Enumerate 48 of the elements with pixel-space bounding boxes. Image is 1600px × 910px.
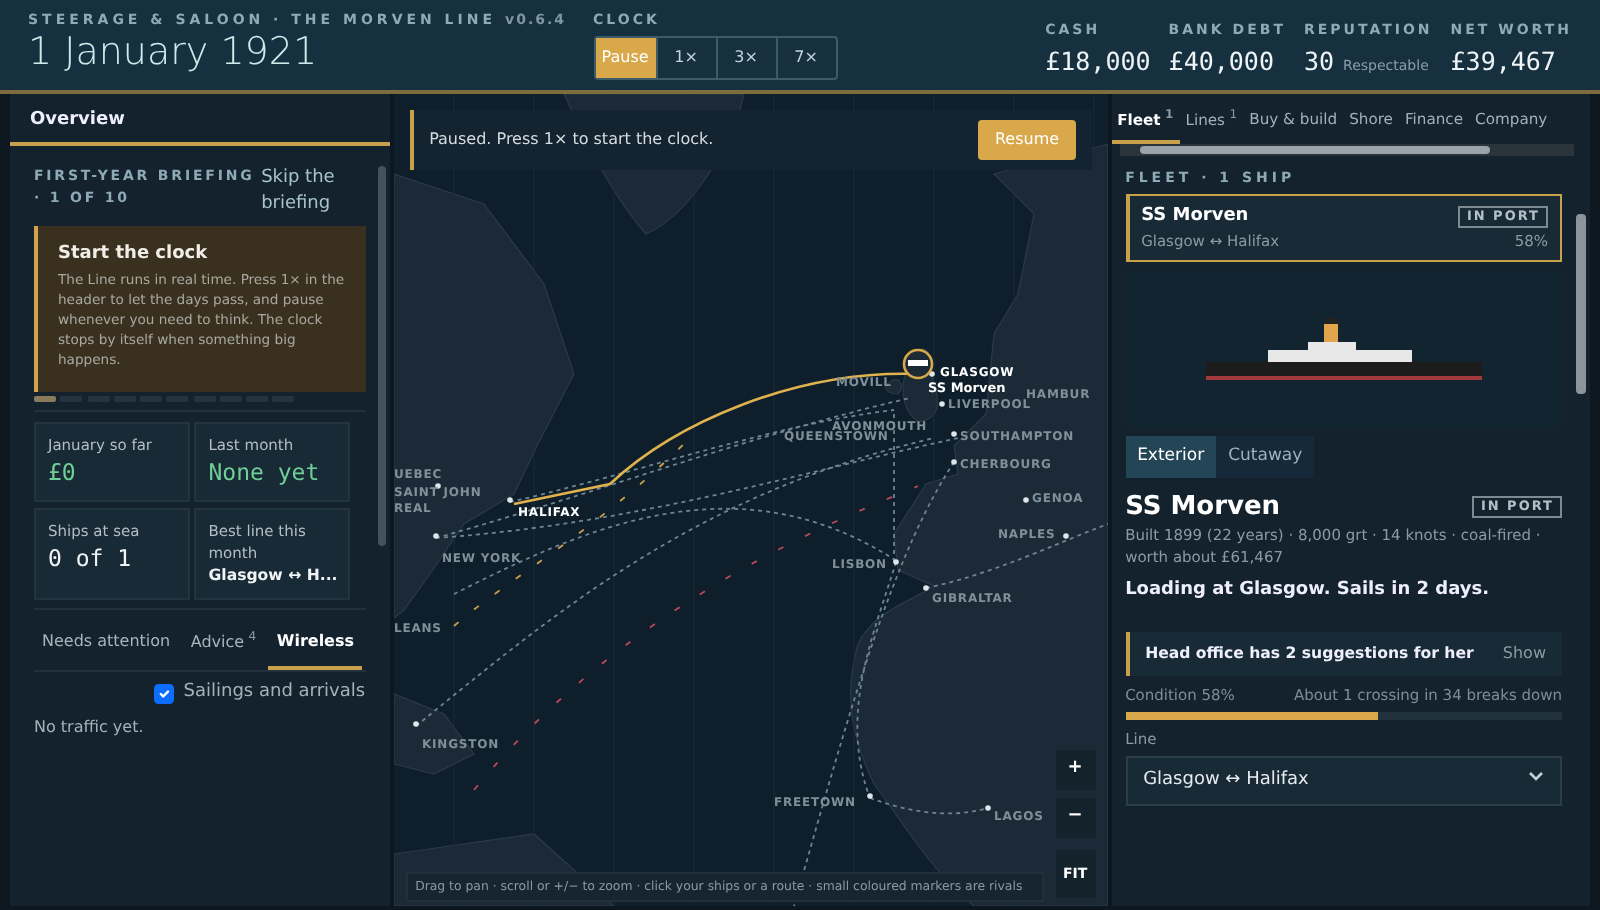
port-dot: [412, 721, 418, 727]
stat-value: 30: [1303, 44, 1335, 81]
speed-button[interactable]: 3×: [715, 37, 776, 78]
stat-value: £39,467: [1450, 44, 1556, 81]
panel-tab[interactable]: Needs attention: [34, 619, 179, 669]
view-toggle[interactable]: Cutaway: [1216, 436, 1315, 479]
scrollbar[interactable]: [377, 166, 386, 546]
port-dot: [434, 483, 440, 489]
port-dot: [938, 401, 944, 407]
view-toggle[interactable]: Exterior: [1125, 436, 1217, 479]
ship-marker-icon[interactable]: [901, 348, 933, 380]
chevron-down-icon: [1528, 767, 1544, 784]
port-dot: [1022, 497, 1028, 503]
stat-value: £40,000: [1168, 44, 1274, 81]
port-dot: [892, 559, 898, 565]
overview-tab[interactable]: Overview: [10, 94, 390, 146]
port-dot: [950, 459, 956, 465]
speed-button[interactable]: 1×: [655, 37, 716, 78]
ship-name: SS Morven: [1125, 489, 1281, 526]
card-value: £0: [48, 456, 78, 491]
port-dot: [922, 585, 928, 591]
zoom-in-button[interactable]: +: [1055, 750, 1096, 790]
panel-tab[interactable]: Advice $^{4}$: [182, 619, 265, 669]
skip-link[interactable]: Skip the briefing: [261, 166, 366, 217]
briefing-title: Start the clock: [58, 241, 210, 268]
show-link[interactable]: Show: [1502, 641, 1546, 666]
scrollbar[interactable]: [1119, 143, 1574, 156]
panel-tab[interactable]: Wireless: [268, 619, 363, 669]
filter-label: Sailings and arrivals: [183, 680, 366, 706]
card-value: 0 of 1: [48, 541, 134, 576]
empty-message: No traffic yet.: [34, 716, 146, 740]
speed-button[interactable]: 7×: [775, 37, 836, 78]
port-dot: [432, 533, 438, 539]
current-date: 1 January 1921: [28, 31, 320, 73]
line-select[interactable]: Glasgow ↔ Halifax: [1125, 755, 1562, 807]
ship-name: SS Morven: [1141, 203, 1249, 230]
port-dot: [1062, 533, 1068, 539]
port-dot: [984, 805, 990, 811]
port-dot: [506, 497, 512, 503]
port-dot: [950, 431, 956, 437]
banner-text: Paused. Press 1× to start the clock.: [429, 128, 714, 152]
zoom-out-button[interactable]: −: [1055, 798, 1096, 838]
port-dot: [866, 793, 872, 799]
stat-value: £18,000: [1045, 44, 1151, 81]
card-value: None yet: [208, 456, 322, 491]
ship-activity: Loading at Glasgow. Sails in 2 days.: [1125, 577, 1492, 604]
scrollbar[interactable]: [1576, 214, 1586, 394]
filter-checkbox[interactable]: [154, 683, 175, 704]
